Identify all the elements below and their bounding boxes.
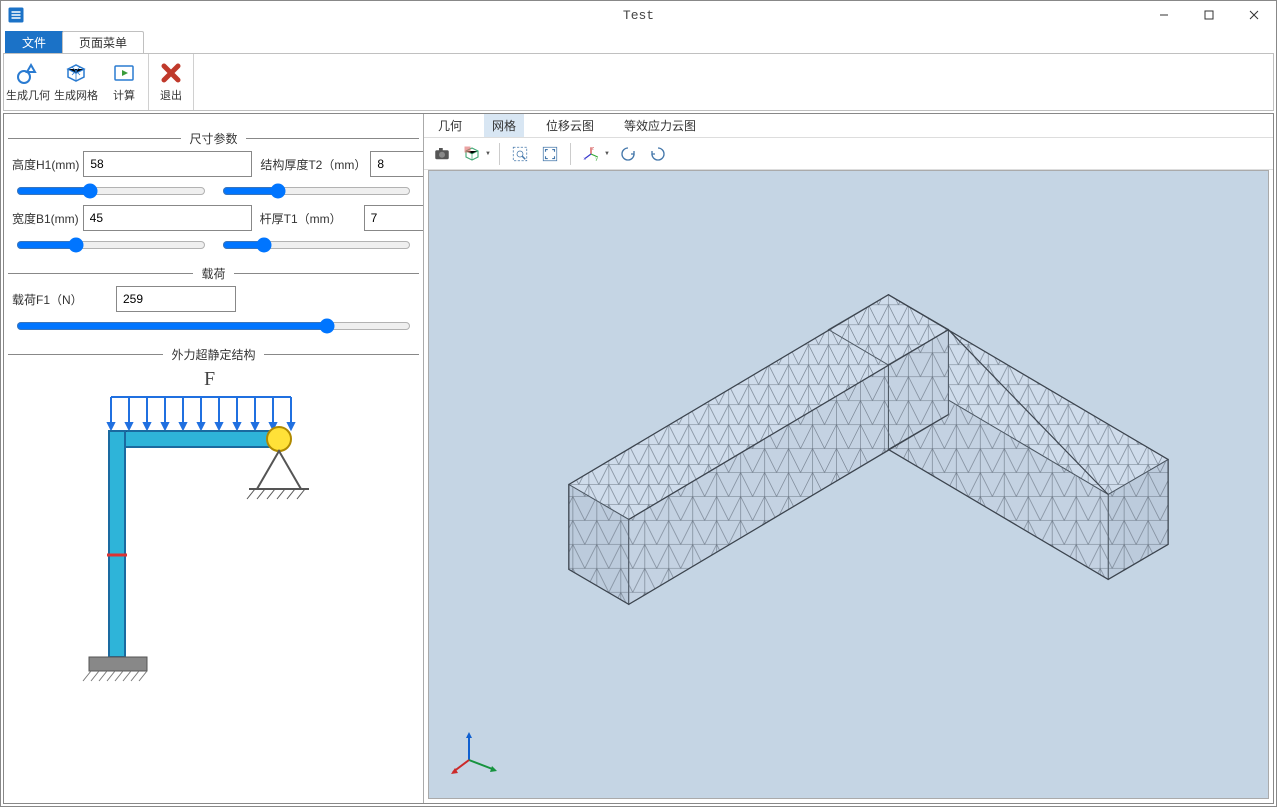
chevron-down-icon: ▼: [604, 151, 610, 157]
slider-t1[interactable]: [222, 237, 412, 253]
tool-snapshot[interactable]: [430, 142, 454, 166]
tool-zoom-box[interactable]: [508, 142, 532, 166]
camera-icon: [433, 145, 451, 163]
mesh-rendering: [429, 171, 1268, 798]
mesh-icon: [64, 61, 88, 85]
ribbon-exit[interactable]: 退出: [149, 54, 193, 110]
section-dimensions: 尺寸参数: [8, 130, 419, 147]
ribbon-generate-mesh[interactable]: 生成网格: [52, 54, 100, 110]
label-t1: 杆厚T1（mm）: [260, 210, 360, 227]
tool-rotate-cw[interactable]: [646, 142, 670, 166]
maximize-button[interactable]: [1186, 1, 1231, 29]
compute-icon: [112, 61, 136, 85]
minimize-icon: [1159, 10, 1169, 20]
structure-diagram: F: [69, 367, 359, 687]
maximize-icon: [1204, 10, 1214, 20]
viewport-3d[interactable]: [428, 170, 1269, 799]
exit-icon: [159, 61, 183, 85]
rotate-ccw-icon: [619, 145, 637, 163]
close-icon: [1249, 10, 1259, 20]
label-h1: 高度H1(mm): [12, 156, 79, 173]
slider-t2[interactable]: [222, 183, 412, 199]
viewer-tab-displacement[interactable]: 位移云图: [538, 114, 602, 137]
section-structure: 外力超静定结构: [8, 346, 419, 363]
ribbon: 生成几何 生成网格 计算 退出: [3, 53, 1274, 111]
section-load: 载荷: [8, 265, 419, 282]
parameter-panel: 尺寸参数 高度H1(mm) 结构厚度T2（mm） 宽度B1(mm): [4, 114, 424, 803]
input-f1[interactable]: [116, 286, 236, 312]
axis-triad-icon: z y x: [582, 145, 600, 163]
toolbar-separator: [570, 143, 571, 165]
viewport-axis-triad: [451, 726, 501, 776]
toolbar-separator: [499, 143, 500, 165]
viewer-tab-geometry[interactable]: 几何: [430, 114, 470, 137]
close-button[interactable]: [1231, 1, 1276, 29]
ribbon-tabstrip: 文件 页面菜单: [1, 29, 1276, 53]
fit-view-icon: [541, 145, 559, 163]
geometry-icon: [16, 61, 40, 85]
section-dimensions-label: 尺寸参数: [181, 130, 245, 147]
tool-fit-view[interactable]: [538, 142, 562, 166]
diagram-force-label: F: [204, 368, 215, 390]
slider-f1[interactable]: [16, 318, 411, 334]
tool-rotate-ccw[interactable]: [616, 142, 640, 166]
input-b1[interactable]: [83, 205, 252, 231]
ribbon-generate-geometry[interactable]: 生成几何: [4, 54, 52, 110]
svg-text:z: z: [592, 145, 595, 150]
section-structure-label: 外力超静定结构: [163, 346, 263, 363]
app-icon: [7, 6, 25, 24]
tool-axis-orientation[interactable]: z y x: [579, 142, 603, 166]
input-t1[interactable]: [364, 205, 424, 231]
label-f1: 载荷F1（N）: [12, 291, 112, 308]
viewer-tab-stress[interactable]: 等效应力云图: [616, 114, 704, 137]
ribbon-generate-geometry-label: 生成几何: [6, 87, 50, 103]
ribbon-exit-label: 退出: [160, 87, 182, 103]
rotate-cw-icon: [649, 145, 667, 163]
ribbon-compute-label: 计算: [113, 87, 135, 103]
ribbon-compute[interactable]: 计算: [100, 54, 148, 110]
svg-text:y: y: [595, 156, 598, 161]
svg-text:x: x: [583, 156, 586, 161]
input-h1[interactable]: [83, 151, 252, 177]
zoom-box-icon: [511, 145, 529, 163]
slider-h1[interactable]: [16, 183, 206, 199]
input-t2[interactable]: [370, 151, 424, 177]
window-title: Test: [1, 8, 1276, 23]
viewer-tab-mesh[interactable]: 网格: [484, 114, 524, 137]
titlebar: Test: [1, 1, 1276, 29]
cube-style-icon: [463, 145, 481, 163]
chevron-down-icon: ▼: [485, 151, 491, 157]
tab-file[interactable]: 文件: [5, 31, 63, 53]
section-load-label: 载荷: [193, 265, 233, 282]
viewer-tabs: 几何 网格 位移云图 等效应力云图: [424, 114, 1273, 138]
slider-b1[interactable]: [16, 237, 206, 253]
tab-page-menu[interactable]: 页面菜单: [62, 31, 144, 53]
viewer-panel: 几何 网格 位移云图 等效应力云图: [424, 114, 1273, 803]
viewer-toolbar: ▼: [424, 138, 1273, 170]
ribbon-generate-mesh-label: 生成网格: [54, 87, 98, 103]
minimize-button[interactable]: [1141, 1, 1186, 29]
label-b1: 宽度B1(mm): [12, 210, 79, 227]
label-t2: 结构厚度T2（mm）: [260, 156, 366, 173]
tool-display-style[interactable]: [460, 142, 484, 166]
